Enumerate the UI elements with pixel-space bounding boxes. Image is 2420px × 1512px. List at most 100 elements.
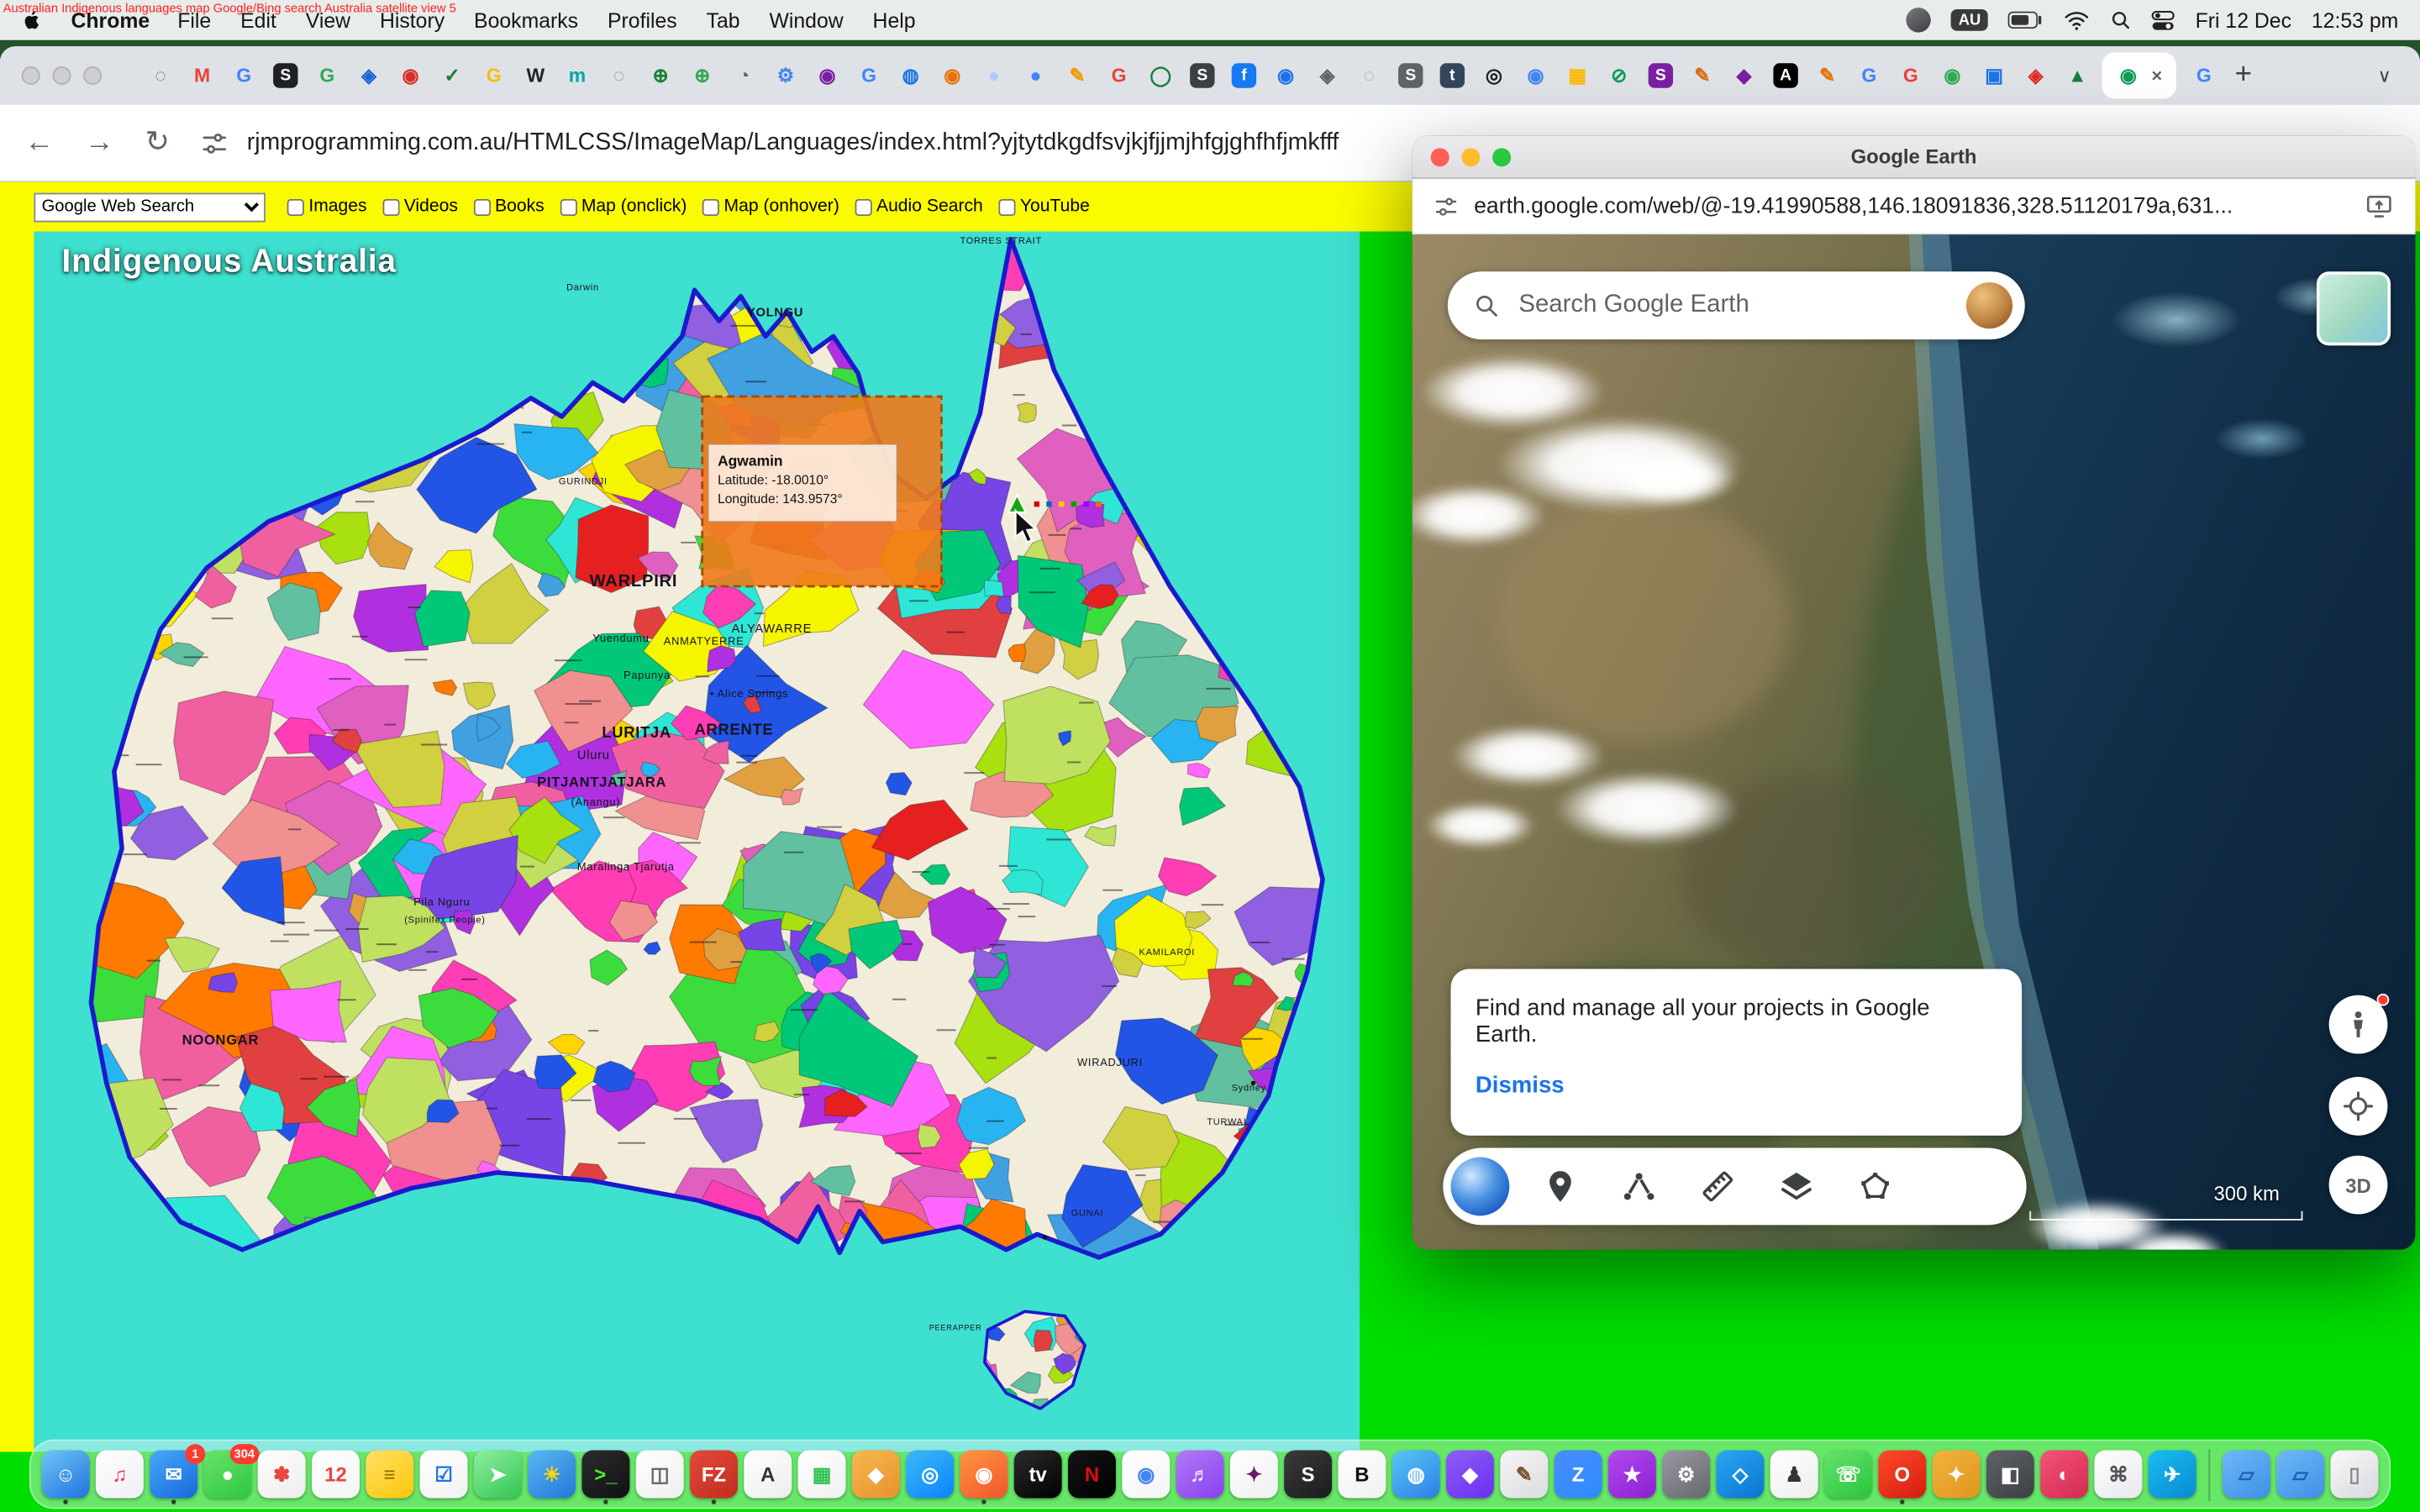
- ge-search-bar[interactable]: [1448, 271, 2025, 339]
- tab-search-button[interactable]: ∨: [2368, 59, 2402, 92]
- dock-app[interactable]: ☺: [42, 1451, 90, 1499]
- polygon-button[interactable]: [1848, 1158, 1903, 1214]
- dock-app[interactable]: ▱: [2223, 1451, 2270, 1499]
- checkbox-videos[interactable]: Videos: [382, 197, 458, 216]
- dock-app[interactable]: ♬: [1176, 1451, 1224, 1499]
- checkbox-images[interactable]: Images: [287, 197, 367, 216]
- pinned-tab[interactable]: ◉: [1940, 63, 1965, 87]
- dock-app[interactable]: tv: [1014, 1451, 1062, 1499]
- dock-app[interactable]: ▦: [798, 1451, 846, 1499]
- dock-app[interactable]: N: [1068, 1451, 1116, 1499]
- minimize-button[interactable]: [52, 66, 71, 85]
- dock-trash[interactable]: ▯: [2330, 1451, 2378, 1499]
- dock-app[interactable]: ✉1: [150, 1451, 197, 1499]
- pinned-tab[interactable]: ✎: [1065, 63, 1089, 87]
- pinned-tab[interactable]: f: [1232, 63, 1256, 87]
- dock-app[interactable]: ◍: [1392, 1451, 1440, 1499]
- dock-app[interactable]: ◇: [1716, 1451, 1764, 1499]
- pinned-tab[interactable]: W: [523, 63, 548, 87]
- close-button[interactable]: [22, 66, 40, 85]
- menu-help[interactable]: Help: [873, 8, 916, 32]
- dock-app[interactable]: ◎: [906, 1451, 954, 1499]
- pinned-tab[interactable]: ◉: [940, 63, 965, 87]
- pinned-tab[interactable]: ◉: [1273, 63, 1297, 87]
- close-tab-icon[interactable]: ×: [2151, 65, 2162, 87]
- dock-app[interactable]: ⚙: [1662, 1451, 1710, 1499]
- active-tab[interactable]: ◉ ×: [2102, 52, 2176, 98]
- dock-app[interactable]: Z: [1555, 1451, 1602, 1499]
- pinned-tab[interactable]: G: [1857, 63, 1881, 87]
- pinned-tab[interactable]: ⊕: [648, 63, 672, 87]
- menu-date[interactable]: Fri 12 Dec: [2196, 8, 2291, 32]
- checkbox-map-onhover-[interactable]: Map (onhover): [702, 197, 839, 216]
- dock-app[interactable]: ✦: [1230, 1451, 1278, 1499]
- dock-app[interactable]: ≡: [366, 1451, 413, 1499]
- dock-app[interactable]: ⌘: [2094, 1451, 2142, 1499]
- pinned-tab[interactable]: ✎: [1690, 63, 1714, 87]
- profile-avatar[interactable]: [1966, 282, 2012, 328]
- checkbox-input[interactable]: [473, 198, 490, 215]
- dock-app[interactable]: ◫: [636, 1451, 684, 1499]
- pinned-tab[interactable]: ●: [981, 63, 1006, 87]
- dismiss-button[interactable]: Dismiss: [1476, 1073, 1565, 1099]
- wifi-icon[interactable]: [2064, 10, 2090, 30]
- pinned-tab[interactable]: G: [856, 63, 881, 87]
- dock-app[interactable]: ✽: [258, 1451, 306, 1499]
- checkbox-audio-search[interactable]: Audio Search: [855, 197, 983, 216]
- dock-app[interactable]: ◆: [852, 1451, 900, 1499]
- menu-profiles[interactable]: Profiles: [608, 8, 677, 32]
- measure-button[interactable]: [1690, 1158, 1745, 1214]
- australia-map-svg[interactable]: TORRES STRAITDarwinYOLNGUGURINDJIWARLPIR…: [34, 232, 1360, 1452]
- pinned-tab[interactable]: ◉: [1523, 63, 1548, 87]
- ge-search-input[interactable]: [1518, 291, 1948, 319]
- site-info-icon[interactable]: [1434, 194, 1458, 218]
- dock-app[interactable]: ✎: [1500, 1451, 1548, 1499]
- pinned-tab[interactable]: G: [232, 63, 256, 87]
- new-tab-button[interactable]: +: [2235, 59, 2252, 92]
- menu-bookmarks[interactable]: Bookmarks: [474, 8, 578, 32]
- pinned-tab[interactable]: S: [1190, 63, 1214, 87]
- dock-app[interactable]: B: [1338, 1451, 1386, 1499]
- spotlight-icon[interactable]: [2111, 9, 2133, 31]
- input-source-badge[interactable]: AU: [1951, 9, 1989, 31]
- pegman-button[interactable]: [2329, 995, 2388, 1054]
- pinned-tab[interactable]: ▲: [2065, 63, 2090, 87]
- checkbox-input[interactable]: [382, 198, 399, 215]
- dock-app[interactable]: ●304: [203, 1451, 251, 1499]
- globe-button[interactable]: [1451, 1158, 1510, 1216]
- dock-app[interactable]: ★: [1608, 1451, 1656, 1499]
- zoom-button[interactable]: [83, 66, 102, 85]
- pinned-tab[interactable]: ⊕: [690, 63, 714, 87]
- checkbox-youtube[interactable]: YouTube: [998, 197, 1090, 216]
- dock-app[interactable]: S: [1284, 1451, 1332, 1499]
- dock-app[interactable]: ☀: [528, 1451, 576, 1499]
- my-location-button[interactable]: [2329, 1077, 2388, 1136]
- pinned-tab[interactable]: ◈: [2023, 63, 2048, 87]
- send-to-devices-icon[interactable]: [2365, 192, 2394, 221]
- pinned-tab[interactable]: t: [1440, 63, 1465, 87]
- pinned-tab[interactable]: ✓: [439, 63, 464, 87]
- checkbox-input[interactable]: [702, 198, 719, 215]
- pinned-tab[interactable]: ◯: [1149, 63, 1173, 87]
- pinned-tab[interactable]: ◈: [356, 63, 381, 87]
- battery-icon[interactable]: [2008, 11, 2044, 29]
- pinned-tab[interactable]: ▦: [1565, 63, 1589, 87]
- pinned-tab[interactable]: ●: [1023, 63, 1048, 87]
- pinned-tab[interactable]: S: [273, 63, 297, 87]
- dock-app[interactable]: ➤: [474, 1451, 522, 1499]
- dock-app[interactable]: ☏: [1824, 1451, 1872, 1499]
- 3d-button[interactable]: 3D: [2329, 1156, 2388, 1215]
- dock-app[interactable]: 12: [312, 1451, 360, 1499]
- checkbox-map-onclick-[interactable]: Map (onclick): [560, 197, 687, 216]
- dock-app[interactable]: ◐: [2040, 1451, 2088, 1499]
- pinned-tab[interactable]: ▣: [1981, 63, 2006, 87]
- dock-app[interactable]: FZ: [690, 1451, 738, 1499]
- checkbox-input[interactable]: [560, 198, 576, 215]
- menu-time[interactable]: 12:53 pm: [2312, 8, 2398, 32]
- dock-app[interactable]: ◆: [1446, 1451, 1494, 1499]
- dock-app[interactable]: ◉: [960, 1451, 1007, 1499]
- site-info-icon[interactable]: [201, 129, 229, 156]
- dock-app[interactable]: ♟: [1770, 1451, 1818, 1499]
- back-button[interactable]: ←: [24, 126, 54, 160]
- checkbox-books[interactable]: Books: [473, 197, 544, 216]
